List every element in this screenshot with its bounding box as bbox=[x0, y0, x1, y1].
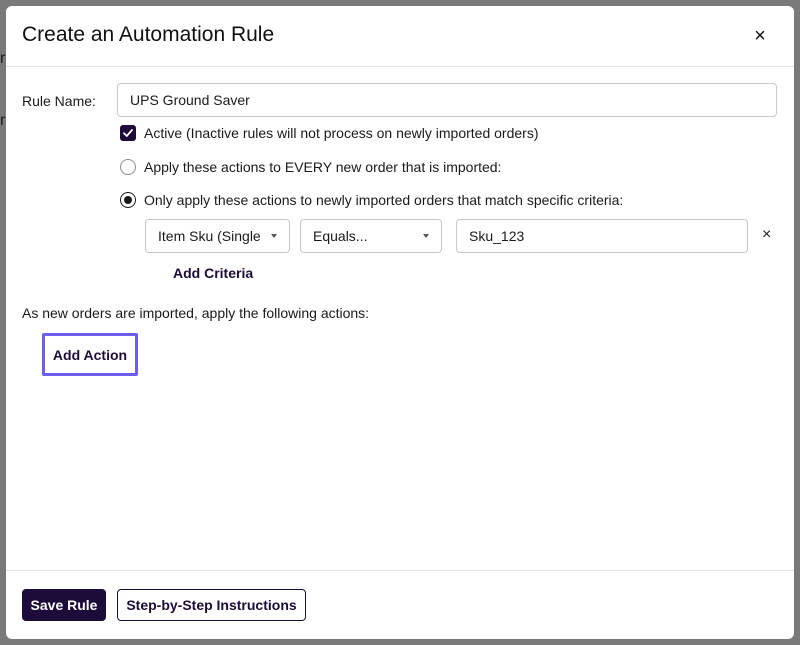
caret-down-icon bbox=[423, 234, 429, 238]
checkmark-icon bbox=[123, 129, 133, 137]
criteria-value-input[interactable] bbox=[456, 219, 748, 253]
active-checkbox-label: Active (Inactive rules will not process … bbox=[144, 125, 539, 141]
active-checkbox[interactable] bbox=[120, 125, 136, 141]
scope-option-every-order[interactable]: Apply these actions to EVERY new order t… bbox=[120, 159, 501, 175]
background-text: r bbox=[0, 112, 6, 129]
modal-title: Create an Automation Rule bbox=[22, 23, 275, 46]
modal-header: Create an Automation Rule × bbox=[6, 6, 794, 67]
add-action-button[interactable]: Add Action bbox=[42, 333, 138, 376]
radio-specific-criteria[interactable] bbox=[120, 192, 136, 208]
active-checkbox-row[interactable]: Active (Inactive rules will not process … bbox=[120, 125, 539, 141]
automation-rule-modal: Create an Automation Rule × Rule Name: A… bbox=[6, 6, 794, 639]
background-text: r bbox=[0, 50, 6, 67]
criteria-field-select[interactable]: Item Sku (Single bbox=[145, 219, 290, 253]
rule-name-input[interactable] bbox=[117, 83, 777, 117]
remove-criteria-icon[interactable]: × bbox=[762, 226, 771, 244]
criteria-field-select-value: Item Sku (Single bbox=[158, 228, 261, 244]
radio-specific-criteria-label: Only apply these actions to newly import… bbox=[144, 192, 624, 208]
criteria-operator-select[interactable]: Equals... bbox=[300, 219, 442, 253]
criteria-operator-select-value: Equals... bbox=[313, 228, 368, 244]
caret-down-icon bbox=[271, 234, 277, 238]
save-rule-button[interactable]: Save Rule bbox=[22, 589, 106, 621]
scope-option-specific-criteria[interactable]: Only apply these actions to newly import… bbox=[120, 192, 623, 208]
radio-every-order[interactable] bbox=[120, 159, 136, 175]
rule-name-label: Rule Name: bbox=[22, 93, 96, 109]
add-criteria-button[interactable]: Add Criteria bbox=[173, 265, 253, 281]
close-icon[interactable]: × bbox=[748, 24, 772, 48]
modal-footer: Save Rule Step-by-Step Instructions bbox=[6, 570, 794, 639]
radio-every-order-label: Apply these actions to EVERY new order t… bbox=[144, 159, 502, 175]
actions-description: As new orders are imported, apply the fo… bbox=[22, 305, 370, 321]
step-by-step-instructions-button[interactable]: Step-by-Step Instructions bbox=[117, 589, 306, 621]
